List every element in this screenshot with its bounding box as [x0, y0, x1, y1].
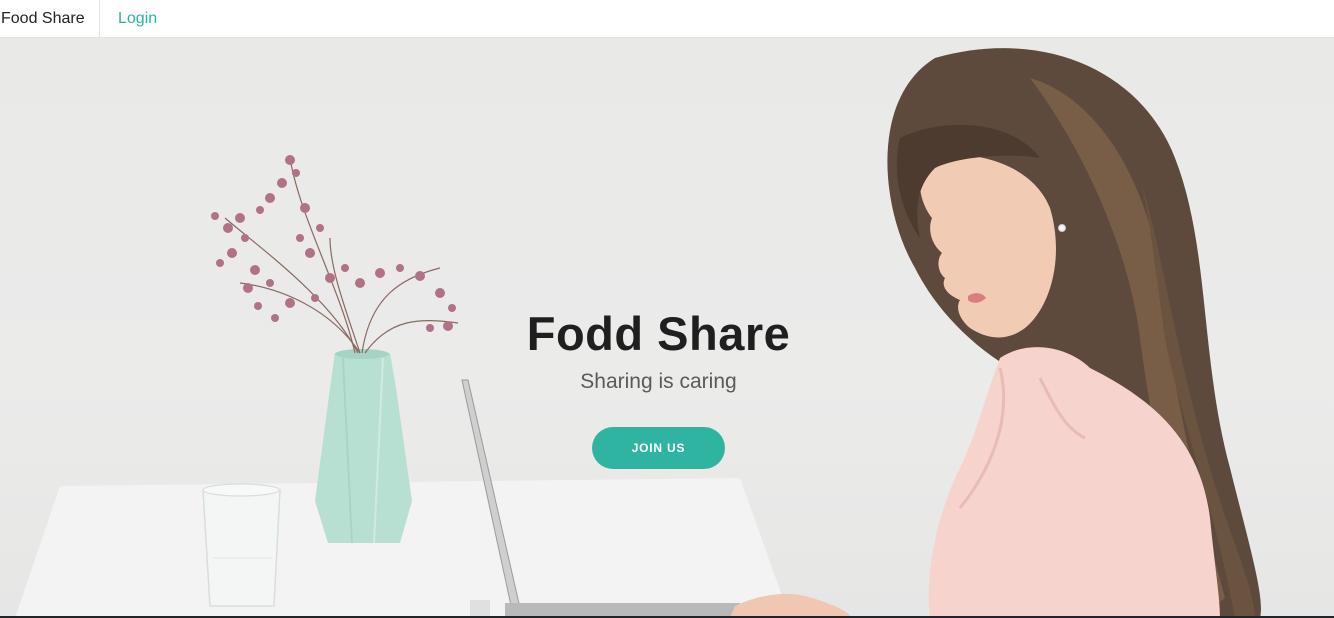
top-navbar: Food Share Login: [0, 0, 1334, 38]
login-link[interactable]: Login: [118, 0, 157, 38]
hero-section: Fodd Share Sharing is caring JOIN US: [0, 38, 1334, 618]
brand-link[interactable]: Food Share: [0, 0, 100, 38]
join-us-button[interactable]: JOIN US: [592, 427, 725, 469]
hero-subtitle: Sharing is caring: [580, 370, 737, 393]
water-glass: [202, 483, 281, 607]
hero-title: Fodd Share: [526, 307, 791, 360]
